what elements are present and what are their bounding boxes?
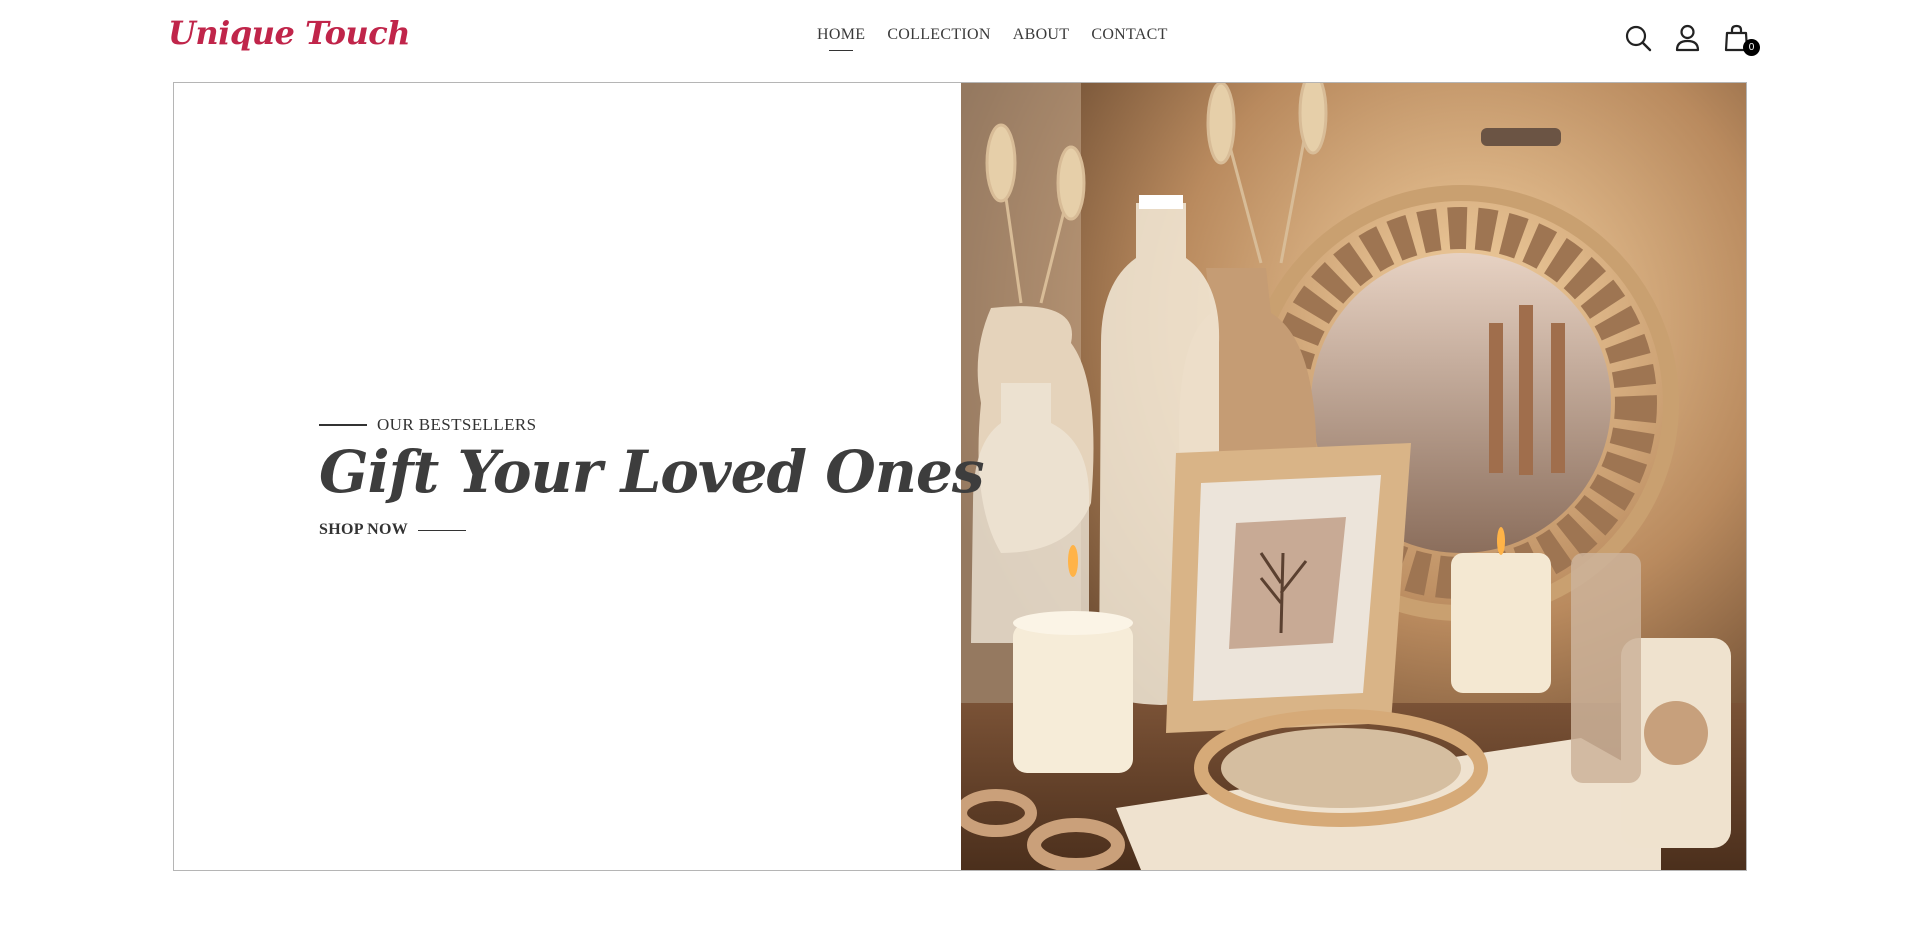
nav-home[interactable]: HOME <box>817 26 865 44</box>
header-actions: 0 <box>1625 24 1760 56</box>
search-icon[interactable] <box>1625 24 1652 52</box>
nav-collection[interactable]: COLLECTION <box>887 26 990 44</box>
shop-now-label[interactable]: SHOP NOW <box>319 521 408 539</box>
main-nav: HOME COLLECTION ABOUT CONTACT <box>817 26 1168 44</box>
hero-image <box>961 83 1746 870</box>
nav-about[interactable]: ABOUT <box>1013 26 1070 44</box>
shop-now-link[interactable]: SHOP NOW <box>319 521 467 539</box>
kicker-line <box>319 424 367 426</box>
hero-text-panel: OUR BESTSELLERS Gift Your Loved Ones SHO… <box>174 83 985 870</box>
shopping-bag-icon[interactable]: 0 <box>1723 24 1760 56</box>
kicker-text: OUR BESTSELLERS <box>377 415 537 434</box>
cart-count-badge: 0 <box>1743 39 1760 56</box>
hero-banner: OUR BESTSELLERS Gift Your Loved Ones SHO… <box>173 82 1747 871</box>
hero-headline: Gift Your Loved Ones <box>319 438 985 506</box>
nav-contact[interactable]: CONTACT <box>1091 26 1167 44</box>
shop-now-line <box>418 529 467 531</box>
user-icon[interactable] <box>1674 24 1701 52</box>
brand-logo[interactable]: Unique Touch <box>168 14 410 52</box>
hero-kicker: OUR BESTSELLERS <box>319 415 537 435</box>
